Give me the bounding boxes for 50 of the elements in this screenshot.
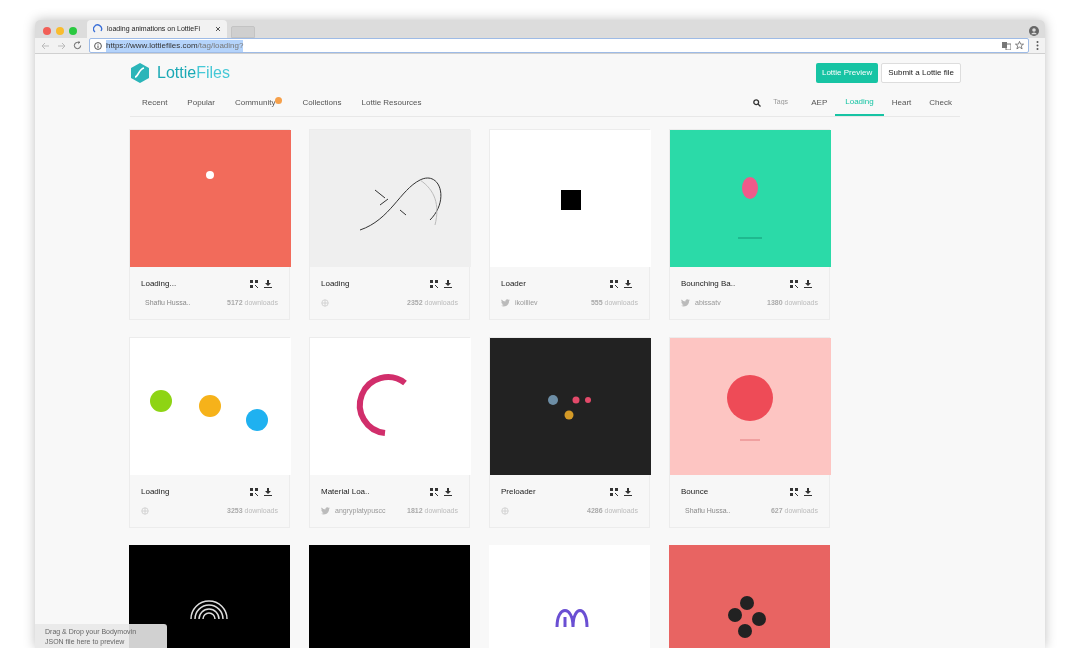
address-field[interactable]: https://www.lottiefiles.com/tag/loading?: [89, 38, 1029, 53]
qr-code-icon[interactable]: [250, 488, 258, 496]
nav-link[interactable]: Popular: [187, 96, 215, 109]
profile-icon[interactable]: [1029, 26, 1039, 36]
qr-code-icon[interactable]: [790, 488, 798, 496]
download-icon[interactable]: [804, 488, 812, 496]
qr-code-icon[interactable]: [610, 280, 618, 288]
info-icon: [94, 41, 102, 50]
tag-tab[interactable]: AEP: [811, 89, 828, 116]
animation-title[interactable]: Bounce: [681, 486, 709, 498]
tag-tab[interactable]: Check: [929, 89, 952, 116]
url-text: https://www.lottiefiles.com/tag/loading?: [106, 39, 244, 52]
animation-title[interactable]: Preloader: [501, 486, 536, 498]
download-icon[interactable]: [264, 488, 272, 496]
animation-title[interactable]: Bounching Ba..: [681, 278, 736, 290]
qr-code-icon[interactable]: [430, 488, 438, 496]
animation-title[interactable]: Loading: [321, 278, 350, 290]
download-icon[interactable]: [264, 280, 272, 288]
search-icon[interactable]: [753, 98, 762, 107]
bookmark-star-icon[interactable]: [1015, 41, 1024, 50]
download-icon[interactable]: [444, 488, 452, 496]
bird-icon: [321, 507, 330, 516]
nav-link[interactable]: Lottie Resources: [361, 96, 422, 109]
globe-icon: [501, 507, 509, 516]
translate-icon[interactable]: [1002, 41, 1011, 50]
close-tab-icon[interactable]: [215, 26, 221, 32]
animation-title[interactable]: Material Loa..: [321, 486, 370, 498]
bird-icon: [681, 299, 690, 308]
bird-icon: [501, 299, 510, 308]
nav-link[interactable]: Community: [234, 96, 276, 109]
animation-title[interactable]: Loader: [501, 278, 526, 290]
nav-link[interactable]: Collections: [302, 96, 342, 109]
nav-link[interactable]: Recent: [142, 96, 168, 109]
tag-tab[interactable]: Heart: [891, 89, 912, 116]
globe-icon: [321, 299, 329, 308]
download-icon[interactable]: [444, 280, 452, 288]
menu-icon[interactable]: [1036, 41, 1039, 50]
qr-code-icon[interactable]: [250, 280, 258, 288]
reload-icon[interactable]: [73, 41, 82, 50]
globe-icon: [141, 507, 149, 516]
qr-code-icon[interactable]: [430, 280, 438, 288]
qr-code-icon[interactable]: [610, 488, 618, 496]
submit-button[interactable]: Submit a Lottie file: [881, 63, 961, 83]
spinner-icon: [93, 24, 103, 34]
download-icon[interactable]: [624, 488, 632, 496]
animation-title[interactable]: Loading: [141, 486, 170, 498]
download-icon[interactable]: [624, 280, 632, 288]
download-icon[interactable]: [804, 280, 812, 288]
animation-title[interactable]: Loading...: [141, 278, 177, 290]
qr-code-icon[interactable]: [790, 280, 798, 288]
